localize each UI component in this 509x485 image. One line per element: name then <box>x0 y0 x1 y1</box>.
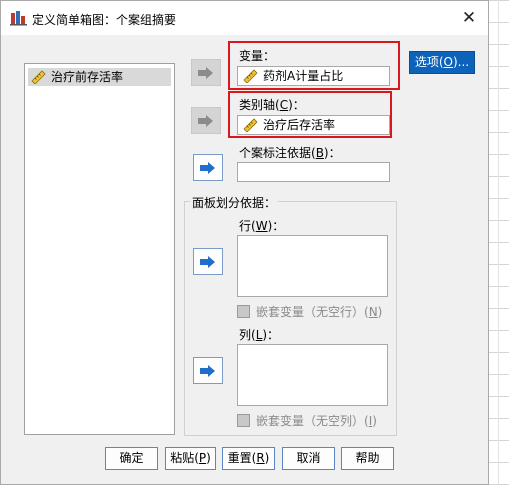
define-boxplot-dialog: 定义简单箱图：个案组摘要 ✕ 治疗前存活率 变量： 药剂A计量占比 选项(O).… <box>0 0 489 485</box>
row-nest-checkbox-row[interactable]: 嵌套变量（无空行）(N) <box>237 303 382 320</box>
column-label: 列(L)： <box>239 328 280 342</box>
case-label-field[interactable] <box>237 162 390 182</box>
panel-by-group-title: 面板划分依据： <box>190 194 279 211</box>
arrow-right-icon <box>198 114 213 127</box>
close-icon[interactable]: ✕ <box>457 7 481 29</box>
category-axis-highlight-box <box>228 91 392 138</box>
row-label: 行(W)： <box>239 219 285 233</box>
row-nest-checkbox[interactable] <box>237 305 250 318</box>
move-to-case-label-button[interactable] <box>193 154 223 181</box>
help-button[interactable]: 帮助 <box>341 447 394 470</box>
move-to-category-axis-button[interactable] <box>191 107 221 134</box>
arrow-right-icon <box>200 364 215 377</box>
row-listbox[interactable] <box>237 235 388 297</box>
title-bar: 定义简单箱图：个案组摘要 ✕ <box>1 1 488 35</box>
list-item-label: 治疗前存活率 <box>51 70 124 84</box>
app-icon <box>10 11 27 26</box>
list-item[interactable]: 治疗前存活率 <box>28 68 171 86</box>
arrow-right-icon <box>200 161 215 174</box>
arrow-right-icon <box>200 255 215 268</box>
source-variable-list[interactable]: 治疗前存活率 <box>24 63 175 435</box>
ok-button[interactable]: 确定 <box>105 447 158 470</box>
cancel-button[interactable]: 取消 <box>282 447 335 470</box>
case-label-label: 个案标注依据(B)： <box>239 146 341 160</box>
move-to-column-button[interactable] <box>193 357 223 384</box>
move-to-row-button[interactable] <box>193 248 223 275</box>
options-button[interactable]: 选项(O)... <box>409 51 475 74</box>
arrow-right-icon <box>198 66 213 79</box>
window-title: 定义简单箱图：个案组摘要 <box>32 13 177 27</box>
column-nest-checkbox[interactable] <box>237 414 250 427</box>
variable-highlight-box <box>228 41 400 90</box>
column-listbox[interactable] <box>237 344 388 406</box>
column-nest-checkbox-row[interactable]: 嵌套变量（无空列）(I) <box>237 412 377 429</box>
background-spreadsheet-grid <box>487 0 509 485</box>
move-to-variable-button[interactable] <box>191 59 221 86</box>
paste-button[interactable]: 粘贴(P) <box>165 447 216 470</box>
ruler-icon <box>31 70 46 84</box>
reset-button[interactable]: 重置(R) <box>222 447 275 470</box>
